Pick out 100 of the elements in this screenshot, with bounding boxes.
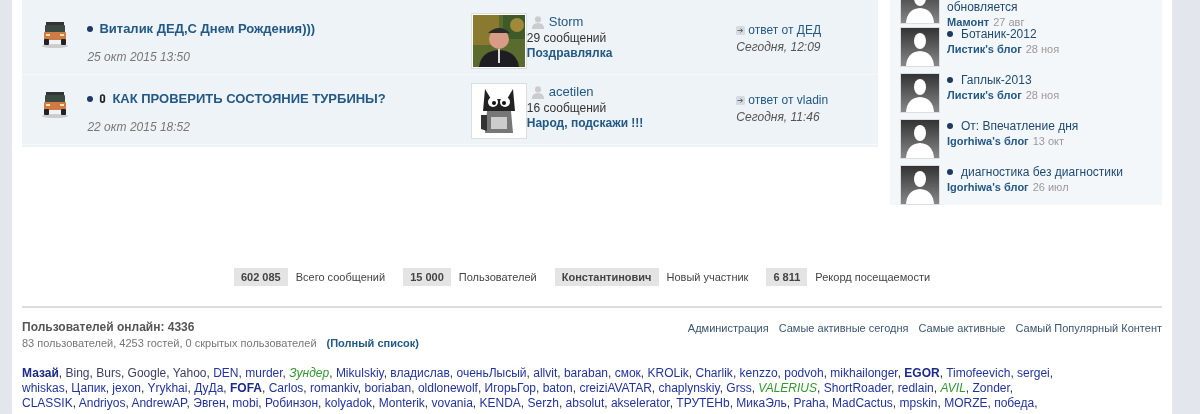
bullet-icon [87, 25, 94, 32]
username-link[interactable]: CLASSIK [22, 396, 73, 410]
username-link[interactable]: AVIL [940, 381, 966, 395]
arrow-icon [736, 25, 746, 35]
blog-link[interactable]: Листик's блог [947, 43, 1022, 55]
username-link[interactable]: mikhailonger [830, 366, 898, 380]
username-link[interactable]: EGOR [904, 366, 940, 380]
post-count: 29 сообщений [526, 31, 608, 45]
entry-date: 28 ноя [1025, 43, 1060, 55]
avatar-icon [900, 73, 940, 113]
reply-link[interactable]: ответ от ДЕД [748, 23, 822, 37]
username-link[interactable]: Burs [96, 366, 121, 380]
username-link[interactable]: Monterik [378, 396, 425, 410]
username-link[interactable]: akselerator [610, 396, 670, 410]
username-link[interactable]: mpskin [899, 396, 938, 410]
entry-link[interactable]: диагностика без диагностики [961, 165, 1123, 179]
post-count: 16 сообщений [526, 101, 608, 115]
username-link[interactable]: baton [542, 381, 573, 395]
entry-link[interactable]: обновляется [947, 0, 1018, 14]
username-link[interactable]: Charlik [695, 366, 733, 380]
post-link[interactable]: Народ, подскажи !!! [526, 116, 644, 130]
stat-value: 602 085 [233, 268, 288, 286]
username-link[interactable]: oldlonewolf [417, 381, 478, 395]
username-link[interactable]: sergei [1017, 366, 1050, 380]
username-link[interactable]: MORZE [944, 396, 988, 410]
topic-date: 22 окт 2015 18:52 [87, 120, 191, 134]
user-icon [530, 84, 545, 99]
nav-link[interactable]: Администрация [687, 322, 769, 334]
username-link[interactable]: Mikulskiy [335, 366, 384, 380]
nav-link[interactable]: Самые активные сегодня [778, 322, 909, 334]
blog-link[interactable]: Igorhiwa's блог [947, 135, 1029, 147]
username-link[interactable]: Эвген [193, 396, 226, 410]
username-link[interactable]: chaplynskiy [658, 381, 720, 395]
online-title: Пользователей онлайн: 4336 [22, 320, 196, 334]
online-summary: 83 пользователей, 4253 гостей, 0 скрытых пользователей [22, 337, 317, 349]
username-link[interactable]: владислав [390, 366, 450, 380]
username-link[interactable]: KENDA [479, 396, 521, 410]
entry-date: 28 ноя [1025, 89, 1060, 101]
online-users-line: Мазай, Bing, Burs, Google, Yahoo, DEN, murder, Зундер, Mikulskiy, владислав, оченьЛысый, allvit, baraban, смок, KROLik, Charlik, kenzzo, podvoh, mikhailonger, EGOR, Timofeevich, sergei, [22, 366, 1055, 381]
reply-link[interactable]: ответ от vladin [748, 93, 829, 107]
stat-label: Рекорд посещаемости [815, 271, 931, 283]
stat-label: Пользователей [458, 271, 537, 283]
username-link[interactable]: DEN [213, 366, 239, 380]
username-link[interactable]: FOFA [230, 381, 262, 395]
topic-date: 25 окт 2015 13:50 [87, 50, 191, 64]
bullet-icon [87, 95, 94, 102]
username-link[interactable]: AndrewAP [131, 396, 187, 410]
online-users-line: CLASSIK, Andriyos, AndrewAP, Эвген, mobi, Робинзон, kolyadok, Monterik, vovania, KENDA, Serzh, absolut, akselerator, ТРУТЕНb, МикаЭль, Praha, MadCactus, mpskin, MORZE, победа, [22, 396, 1039, 411]
username-link[interactable]: Grss [726, 381, 752, 395]
username-link[interactable]: Serzh [527, 396, 559, 410]
username-link[interactable]: МикаЭль [736, 396, 787, 410]
username-link[interactable]: MadCactus [832, 396, 893, 410]
stat-label: Всего сообщений [295, 271, 386, 283]
username-link[interactable]: Zonder [972, 381, 1010, 395]
username-link[interactable]: Мазай [22, 366, 59, 380]
post-link[interactable]: Поздравлялка [526, 46, 613, 60]
entry-date: 26 июл [1032, 181, 1069, 193]
entry-date: 27 авг [993, 16, 1025, 27]
reply-time: Сегодня, 12:09 [736, 40, 822, 54]
blog-link[interactable]: Листик's блог [947, 89, 1022, 101]
entry-link[interactable]: Ботаник-2012 [961, 27, 1037, 41]
username-link[interactable]: Yahoo [172, 366, 207, 380]
username-link[interactable]: jexon [112, 381, 141, 395]
avatar-icon [900, 119, 940, 159]
nav-link[interactable]: Самый Популярный Контент [1015, 322, 1162, 334]
username-link[interactable]: acetilen [548, 84, 594, 99]
blog-link[interactable]: Мамонт [947, 16, 990, 27]
username-link[interactable]: KROLik [647, 366, 689, 380]
username-link[interactable]: romankiv [310, 381, 358, 395]
stat-value: 15 000 [403, 268, 451, 286]
username-link[interactable]: Storm [548, 14, 584, 29]
nav-link[interactable]: Самые активные [918, 322, 1006, 334]
username-link[interactable]: оченьЛысый [456, 366, 527, 380]
username-link[interactable]: podvoh [784, 366, 824, 380]
stat-label: Новый участник [666, 271, 749, 283]
topic-link[interactable]: Виталик ДЕД,С Днем Рождения))) [99, 21, 316, 36]
username-link[interactable]: baraban [563, 366, 608, 380]
username-link[interactable]: ТРУТЕНb [676, 396, 730, 410]
reply-time: Сегодня, 11:46 [736, 110, 821, 124]
blog-link[interactable]: Igorhiwa's блог [947, 181, 1029, 193]
full-list-link[interactable]: (Полный список) [326, 337, 419, 349]
user-icon [530, 14, 545, 29]
username-link[interactable]: ИгорьГор [484, 381, 536, 395]
username-link[interactable]: смок [614, 366, 641, 380]
topic-link[interactable]: КАК ПРОВЕРИТЬ СОСТОЯНИЕ ТУРБИНЫ? [112, 91, 386, 106]
entry-link[interactable]: От: Впечатление дня [961, 119, 1079, 133]
entry-date: 13 окт [1032, 135, 1065, 147]
username-link[interactable]: murder [245, 366, 283, 380]
online-users-line: whiskas, Цапик, jexon, Yrykhai, ДуДа, FOFA, Carlos, romankiv, boriaban, oldlonewolf, ИгорьГор, baton, creiziAVATAR, chaplynskiy, Grss, VALERIUS, ShortRoader, redlain, AVIL, Zonder, [22, 381, 1015, 396]
username-link[interactable]: kenzzo [739, 366, 778, 380]
username-link[interactable]: vovania [431, 396, 473, 410]
entry-link[interactable]: Гаплык-2013 [961, 73, 1032, 87]
arrow-icon [736, 95, 746, 105]
username-link[interactable]: whiskas [22, 381, 65, 395]
username-link[interactable]: Цапик [71, 381, 106, 395]
username-link[interactable]: creiziAVATAR [579, 381, 652, 395]
username-link[interactable]: ShortRoader [823, 381, 892, 395]
username-link[interactable]: Bing [65, 366, 90, 380]
username-link[interactable]: redlain [897, 381, 934, 395]
avatar-icon [900, 27, 940, 67]
